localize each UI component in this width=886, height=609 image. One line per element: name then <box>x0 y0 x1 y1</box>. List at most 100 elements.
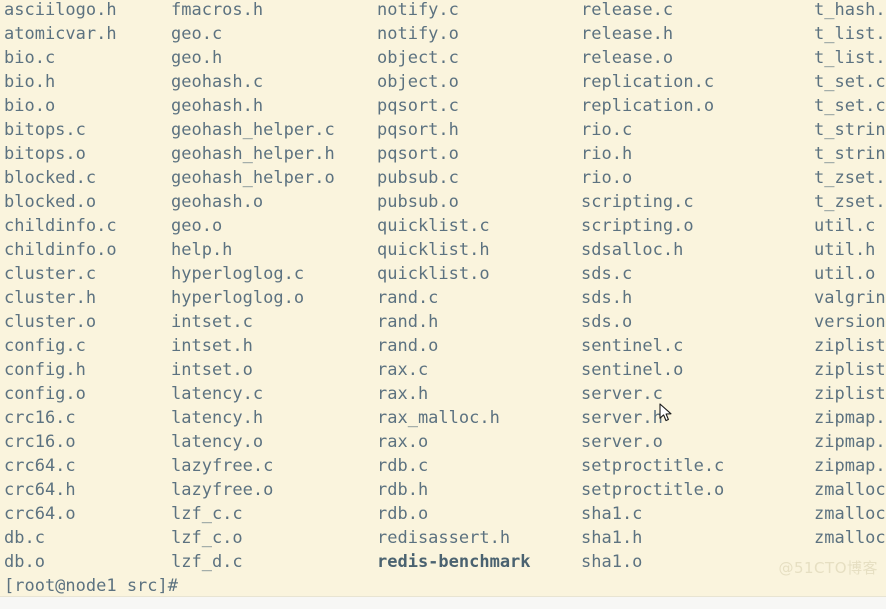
ls-entry[interactable]: zipmap. <box>814 430 886 454</box>
ls-entry[interactable]: release.o <box>581 46 814 70</box>
ls-entry[interactable]: sds.c <box>581 262 814 286</box>
ls-entry[interactable]: sds.o <box>581 310 814 334</box>
ls-entry[interactable]: sha1.h <box>581 526 814 550</box>
ls-entry[interactable]: rand.h <box>377 310 581 334</box>
ls-entry[interactable]: object.o <box>377 70 581 94</box>
ls-entry[interactable]: rax_malloc.h <box>377 406 581 430</box>
ls-entry[interactable]: latency.c <box>171 382 377 406</box>
ls-entry[interactable]: cluster.o <box>4 310 171 334</box>
ls-entry[interactable]: db.o <box>4 550 171 574</box>
ls-entry[interactable]: blocked.o <box>4 190 171 214</box>
ls-entry[interactable]: sentinel.o <box>581 358 814 382</box>
ls-entry[interactable]: t_set.c <box>814 70 886 94</box>
ls-entry[interactable]: pqsort.c <box>377 94 581 118</box>
ls-entry[interactable]: ziplist <box>814 334 886 358</box>
ls-entry[interactable]: object.c <box>377 46 581 70</box>
ls-entry[interactable]: config.o <box>4 382 171 406</box>
ls-entry[interactable]: server.o <box>581 430 814 454</box>
ls-entry[interactable]: release.c <box>581 0 814 22</box>
ls-entry[interactable]: notify.c <box>377 0 581 22</box>
ls-entry[interactable]: cluster.h <box>4 286 171 310</box>
ls-entry[interactable]: cluster.c <box>4 262 171 286</box>
ls-entry[interactable]: sds.h <box>581 286 814 310</box>
ls-entry[interactable]: zmalloc <box>814 478 886 502</box>
ls-entry[interactable]: util.o <box>814 262 886 286</box>
ls-entry[interactable]: hyperloglog.o <box>171 286 377 310</box>
ls-entry[interactable]: rdb.h <box>377 478 581 502</box>
ls-entry[interactable]: t_zset. <box>814 166 886 190</box>
ls-entry[interactable]: lzf_c.o <box>171 526 377 550</box>
ls-entry[interactable]: lzf_d.c <box>171 550 377 574</box>
ls-entry[interactable]: geohash_helper.c <box>171 118 377 142</box>
ls-entry[interactable]: pubsub.o <box>377 190 581 214</box>
ls-entry[interactable]: rio.h <box>581 142 814 166</box>
ls-entry[interactable]: lazyfree.c <box>171 454 377 478</box>
ls-entry[interactable]: blocked.c <box>4 166 171 190</box>
ls-entry[interactable]: crc16.c <box>4 406 171 430</box>
ls-entry[interactable]: server.h <box>581 406 814 430</box>
ls-entry[interactable]: geo.c <box>171 22 377 46</box>
ls-entry[interactable]: crc64.c <box>4 454 171 478</box>
ls-entry[interactable]: db.c <box>4 526 171 550</box>
ls-entry[interactable]: zipmap. <box>814 406 886 430</box>
ls-entry[interactable]: t_hash. <box>814 0 886 22</box>
ls-entry[interactable]: zmalloc <box>814 502 886 526</box>
ls-entry[interactable]: bitops.o <box>4 142 171 166</box>
ls-entry[interactable]: ziplist <box>814 382 886 406</box>
ls-entry[interactable]: rax.o <box>377 430 581 454</box>
ls-entry[interactable]: quicklist.c <box>377 214 581 238</box>
ls-entry[interactable]: util.h <box>814 238 886 262</box>
ls-entry[interactable]: pqsort.o <box>377 142 581 166</box>
ls-entry[interactable]: geo.o <box>171 214 377 238</box>
ls-entry[interactable]: notify.o <box>377 22 581 46</box>
ls-entry[interactable]: sha1.c <box>581 502 814 526</box>
ls-entry[interactable]: pqsort.h <box>377 118 581 142</box>
ls-entry[interactable]: t_strin <box>814 142 886 166</box>
ls-entry[interactable]: scripting.c <box>581 190 814 214</box>
ls-entry[interactable]: lzf_c.c <box>171 502 377 526</box>
ls-entry[interactable]: rio.c <box>581 118 814 142</box>
ls-entry[interactable]: intset.h <box>171 334 377 358</box>
ls-entry[interactable]: replication.o <box>581 94 814 118</box>
ls-entry[interactable]: sdsalloc.h <box>581 238 814 262</box>
ls-entry[interactable]: valgrin <box>814 286 886 310</box>
ls-entry[interactable]: replication.c <box>581 70 814 94</box>
ls-entry[interactable]: t_set.c <box>814 94 886 118</box>
ls-entry[interactable]: childinfo.c <box>4 214 171 238</box>
ls-entry[interactable]: atomicvar.h <box>4 22 171 46</box>
ls-entry[interactable]: geo.h <box>171 46 377 70</box>
ls-entry[interactable]: asciilogo.h <box>4 0 171 22</box>
ls-entry[interactable]: geohash.c <box>171 70 377 94</box>
ls-entry[interactable]: quicklist.h <box>377 238 581 262</box>
ls-entry[interactable]: crc16.o <box>4 430 171 454</box>
shell-prompt-line[interactable]: [root@node1 src]# <box>4 574 187 598</box>
ls-entry[interactable]: t_list. <box>814 22 886 46</box>
ls-entry[interactable]: t_zset. <box>814 190 886 214</box>
ls-entry[interactable]: latency.o <box>171 430 377 454</box>
ls-entry[interactable]: rax.c <box>377 358 581 382</box>
ls-entry[interactable]: help.h <box>171 238 377 262</box>
ls-entry[interactable]: intset.o <box>171 358 377 382</box>
ls-entry[interactable]: crc64.h <box>4 478 171 502</box>
ls-entry[interactable]: bio.h <box>4 70 171 94</box>
ls-entry[interactable]: zmalloc <box>814 526 886 550</box>
ls-entry[interactable]: rand.c <box>377 286 581 310</box>
ls-entry[interactable]: config.h <box>4 358 171 382</box>
ls-entry[interactable]: rax.h <box>377 382 581 406</box>
ls-entry[interactable]: bio.c <box>4 46 171 70</box>
ls-entry[interactable]: zipmap. <box>814 454 886 478</box>
ls-entry[interactable]: bitops.c <box>4 118 171 142</box>
ls-entry[interactable]: config.c <box>4 334 171 358</box>
ls-entry[interactable]: childinfo.o <box>4 238 171 262</box>
ls-entry[interactable]: geohash.h <box>171 94 377 118</box>
ls-entry[interactable]: version <box>814 310 886 334</box>
ls-entry[interactable]: ziplist <box>814 358 886 382</box>
ls-entry[interactable]: redis-benchmark <box>377 550 581 574</box>
ls-entry[interactable]: setproctitle.o <box>581 478 814 502</box>
ls-entry[interactable]: crc64.o <box>4 502 171 526</box>
ls-entry[interactable]: bio.o <box>4 94 171 118</box>
ls-entry[interactable]: pubsub.c <box>377 166 581 190</box>
ls-entry[interactable]: geohash.o <box>171 190 377 214</box>
ls-entry[interactable]: rand.o <box>377 334 581 358</box>
ls-entry[interactable]: t_strin <box>814 118 886 142</box>
